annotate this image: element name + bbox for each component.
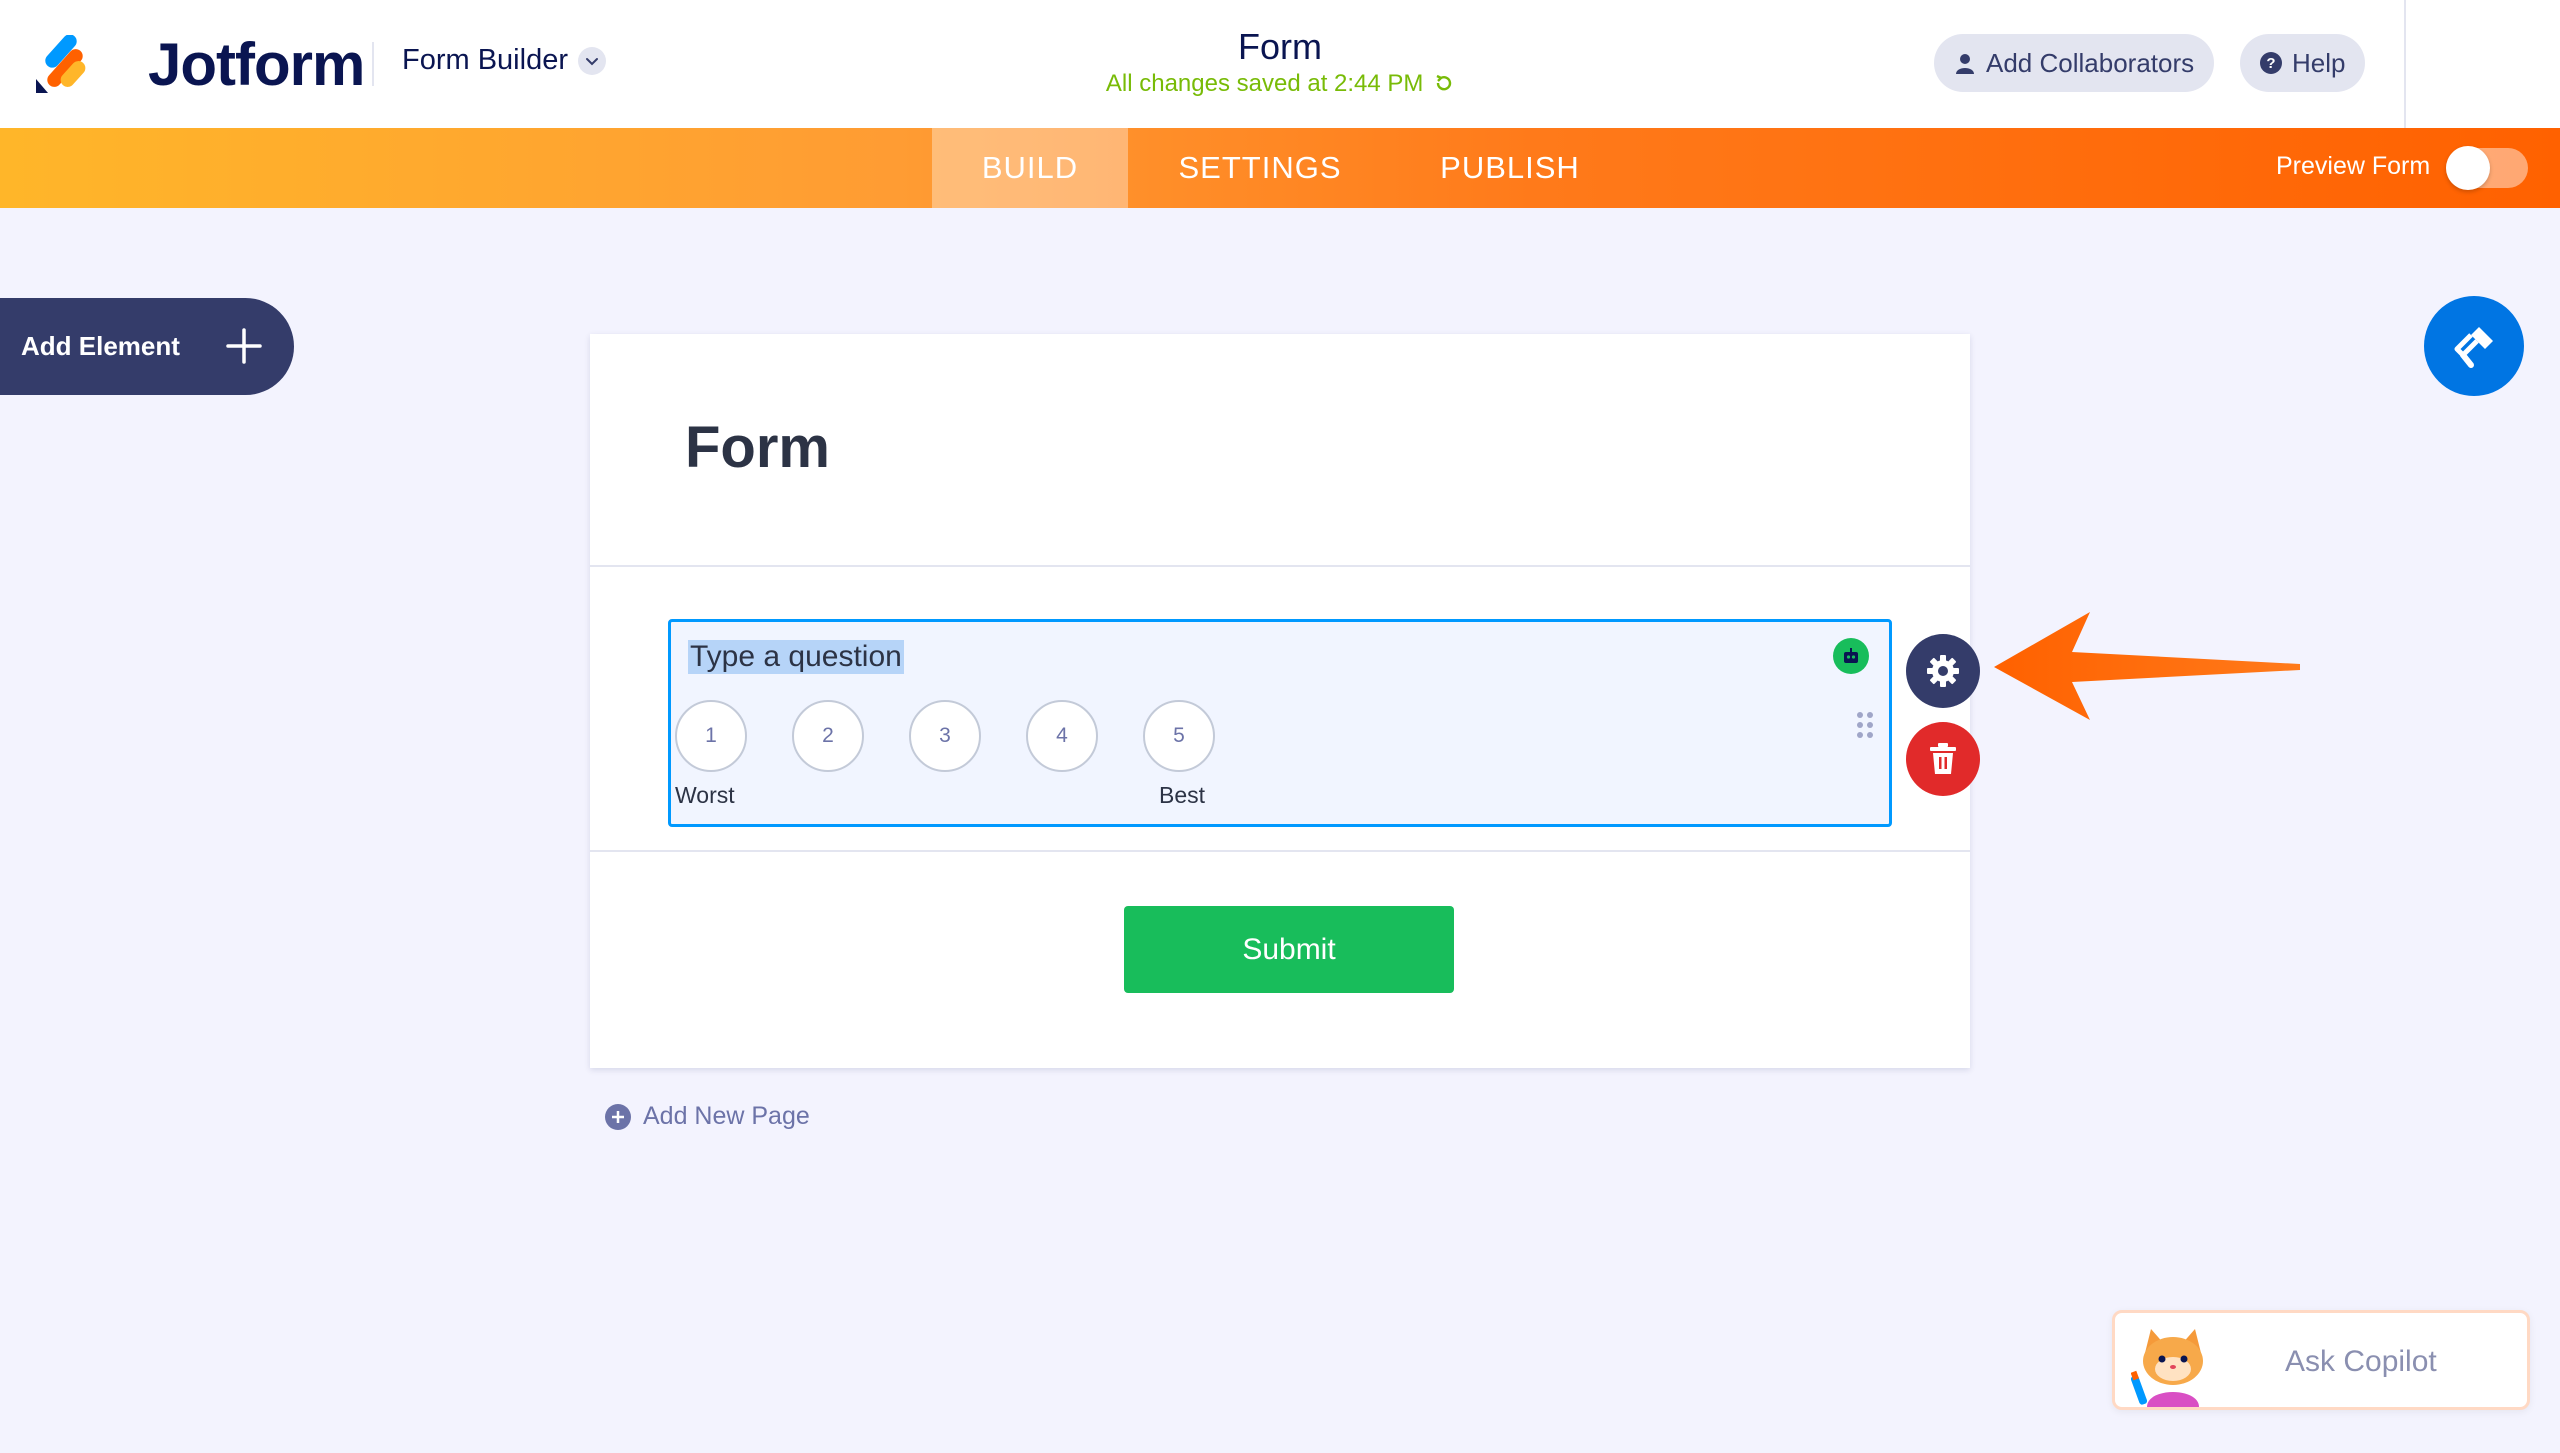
form-title[interactable]: Form (1080, 26, 1480, 68)
scale-option-3[interactable]: 3 (909, 700, 981, 772)
builder-switcher[interactable]: Form Builder (402, 44, 606, 77)
header-divider (372, 42, 374, 86)
drag-handle-icon[interactable] (1855, 710, 1875, 740)
submit-button[interactable]: Submit (1124, 906, 1454, 993)
delete-field-button[interactable] (1906, 722, 1980, 796)
jotform-logo[interactable]: Jotform (34, 30, 365, 99)
tab-publish[interactable]: PUBLISH (1400, 128, 1620, 208)
trash-icon (1930, 743, 1956, 774)
field-properties-button[interactable] (1906, 634, 1980, 708)
top-header: Jotform Form Builder Form All changes sa… (0, 0, 2560, 128)
ask-copilot-label: Ask Copilot (2285, 1345, 2437, 1378)
form-designer-button[interactable] (2424, 296, 2524, 396)
gear-icon (1927, 655, 1959, 687)
toggle-knob (2446, 146, 2490, 190)
scale-high-label: Best (1159, 782, 1206, 808)
user-icon (1956, 54, 1974, 74)
add-element-label: Add Element (21, 331, 180, 361)
builder-label: Form Builder (402, 44, 568, 76)
chevron-down-icon (578, 46, 606, 75)
arrow-annotation-icon (1994, 612, 2300, 720)
ask-copilot-button[interactable]: Ask Copilot (2112, 1310, 2530, 1410)
brand-name: Jotform (148, 31, 365, 98)
tab-build[interactable]: BUILD (932, 128, 1128, 208)
tab-settings[interactable]: SETTINGS (1150, 128, 1370, 208)
preview-form-label: Preview Form (2276, 152, 2431, 180)
save-status-text: All changes saved at 2:44 PM (1105, 70, 1424, 97)
scale-low-label: Worst (675, 782, 735, 808)
preview-form-toggle[interactable] (2446, 146, 2528, 190)
add-circle-icon (605, 1103, 631, 1130)
plus-icon (226, 328, 262, 364)
scale-option-4[interactable]: 4 (1026, 700, 1098, 772)
builder-nav-bar: BUILD SETTINGS PUBLISH Preview Form (0, 128, 2560, 208)
add-new-page-button[interactable]: Add New Page (605, 1102, 810, 1131)
add-new-page-label: Add New Page (643, 1102, 810, 1130)
card-divider (590, 850, 1970, 852)
copilot-cat-icon (2131, 1329, 2203, 1407)
help-icon: ? (2260, 52, 2282, 74)
jotform-logo-icon (34, 33, 90, 95)
refresh-icon (1436, 74, 1452, 91)
add-collaborators-label: Add Collaborators (1986, 47, 2195, 78)
help-label: Help (2292, 47, 2346, 78)
paint-roller-icon (2454, 327, 2493, 368)
form-heading[interactable]: Form (685, 414, 830, 481)
save-status: All changes saved at 2:44 PM (1030, 70, 1530, 98)
svg-text:?: ? (2266, 55, 2275, 72)
card-divider (590, 565, 1970, 567)
help-button[interactable]: ? Help (2240, 34, 2366, 92)
scale-option-2[interactable]: 2 (792, 700, 864, 772)
scale-option-5[interactable]: 5 (1143, 700, 1215, 772)
add-element-button[interactable]: Add Element (0, 298, 294, 395)
scale-option-1[interactable]: 1 (675, 700, 747, 772)
scale-rating-question[interactable]: Type a question 1 2 3 4 5 Worst Best (668, 619, 1892, 827)
add-collaborators-button[interactable]: Add Collaborators (1934, 34, 2215, 92)
header-right-divider (2404, 0, 2406, 128)
ai-robot-icon[interactable] (1833, 638, 1869, 674)
question-label-input[interactable]: Type a question (688, 640, 904, 674)
form-card: Form Type a question 1 2 3 4 5 Worst Bes… (590, 334, 1970, 1068)
